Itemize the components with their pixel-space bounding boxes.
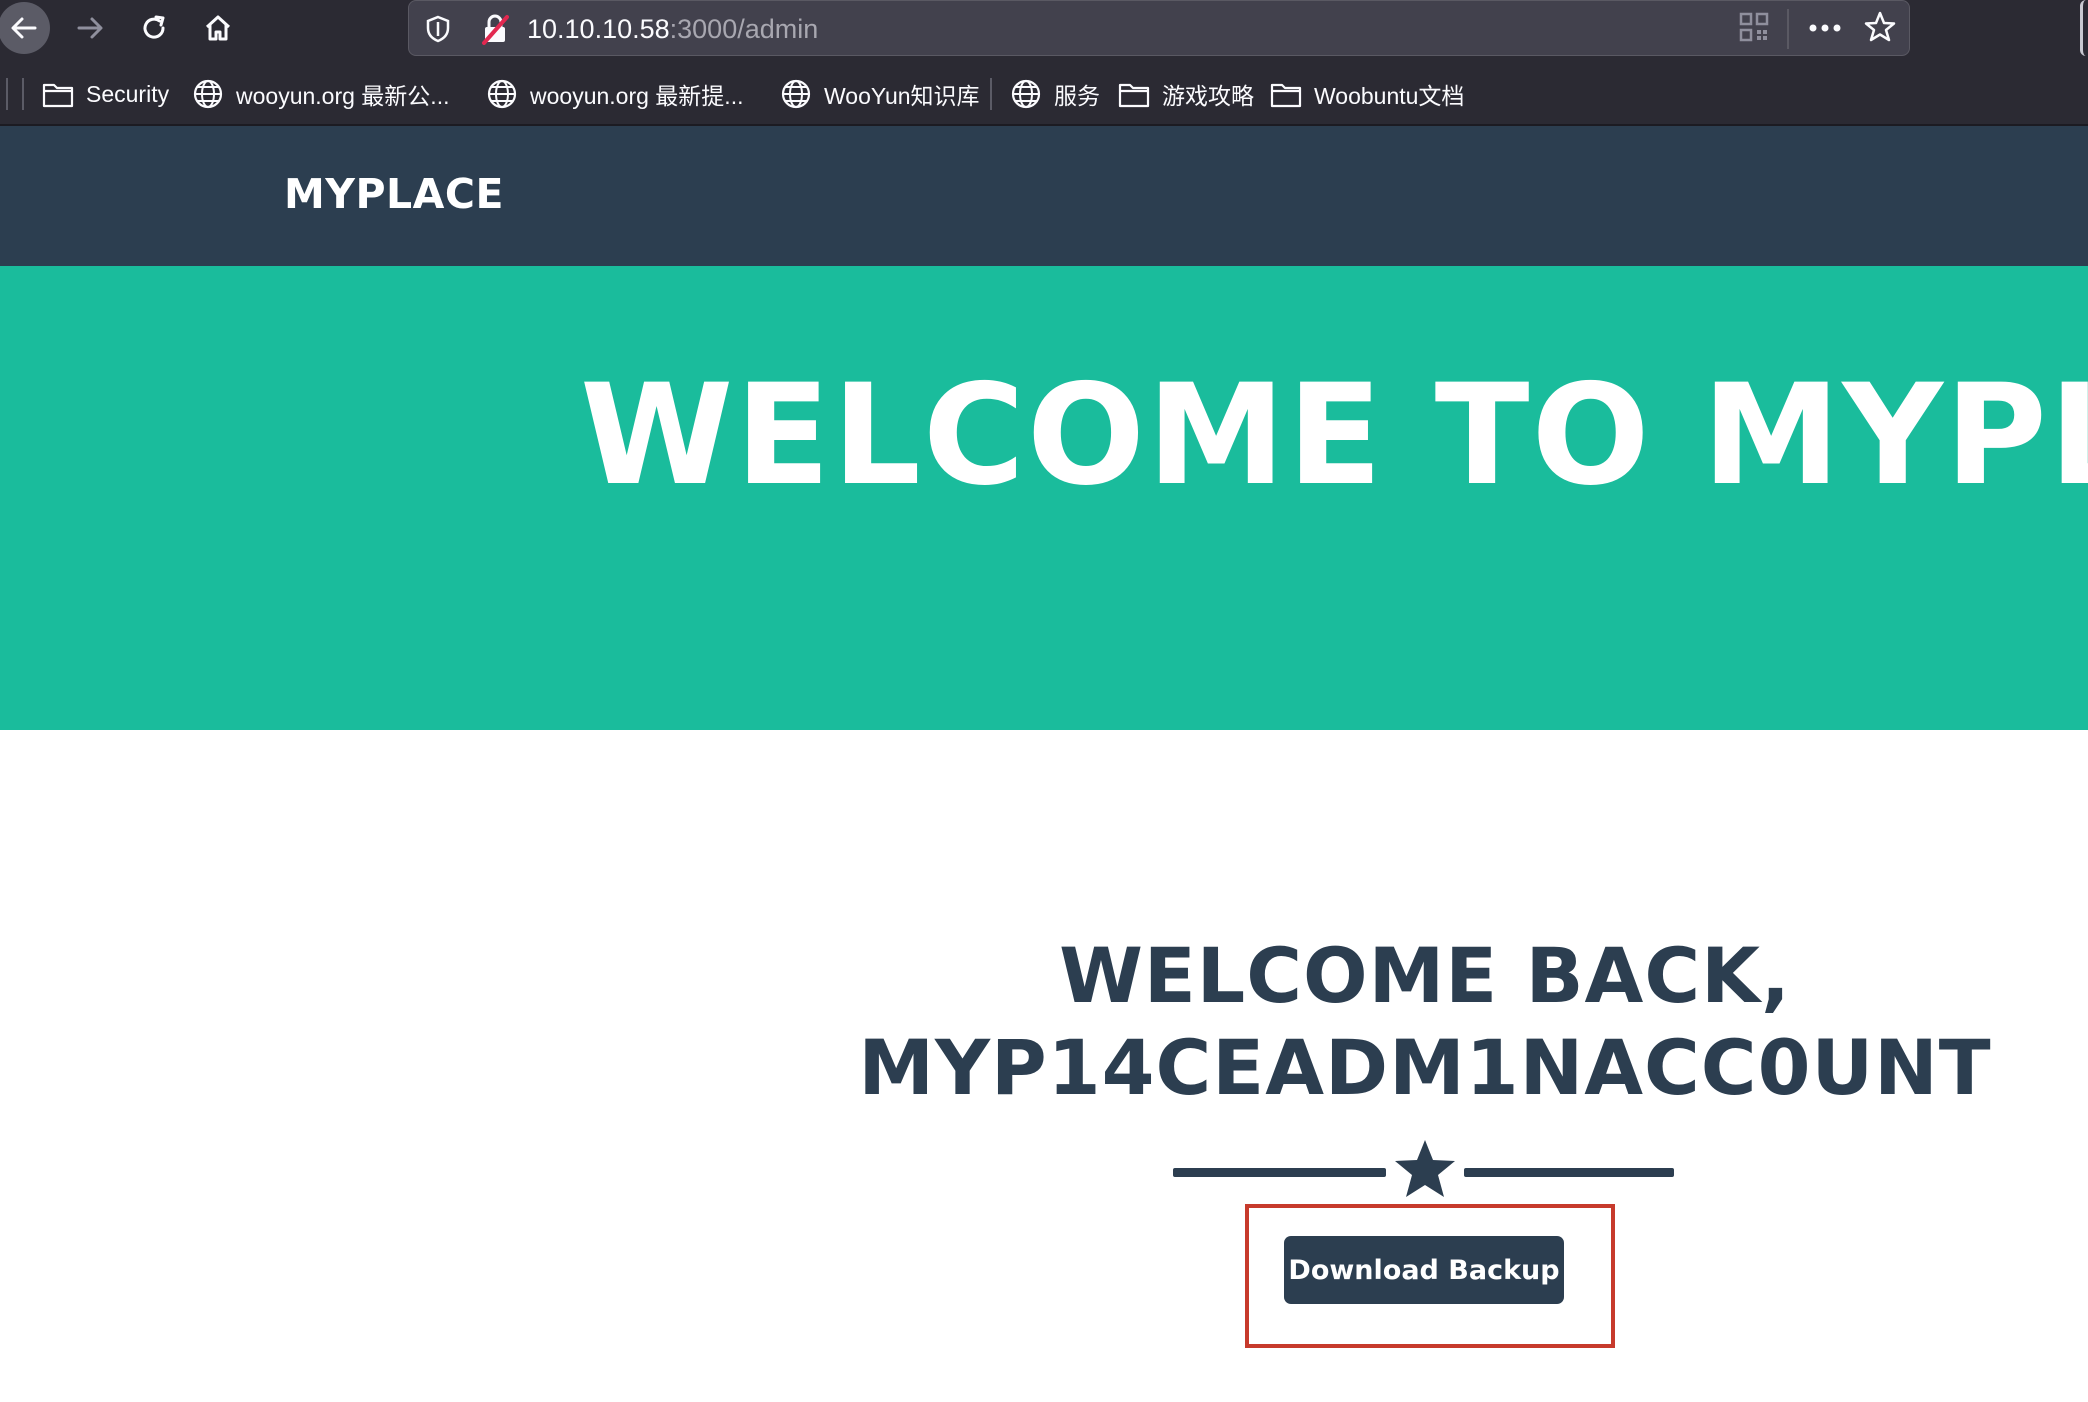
address-bar[interactable]: 10.10.10.58:3000/admin	[408, 0, 1910, 56]
reload-button[interactable]	[128, 2, 180, 54]
bookmark-woobuntu-docs[interactable]: Woobuntu文档	[1270, 76, 1464, 112]
globe-icon	[193, 79, 223, 109]
site-navbar: MYPLACE	[0, 126, 2088, 266]
bookmark-label: Woobuntu文档	[1314, 83, 1465, 109]
bookmark-label: wooyun.org 最新公...	[236, 83, 450, 109]
bookmark-security[interactable]: Security	[42, 76, 169, 112]
bookmarks-separator	[990, 78, 992, 110]
admin-section: WELCOME BACK, MYP14CEADM1NACC0UNT Downlo…	[0, 730, 2088, 1402]
bookmarks-separator	[6, 78, 8, 110]
home-button[interactable]	[192, 2, 244, 54]
bookmark-label: 服务	[1054, 83, 1100, 109]
folder-icon	[42, 83, 74, 108]
forward-arrow-icon	[77, 17, 103, 39]
masthead-heading: WELCOME TO MYPLA	[580, 354, 2088, 516]
bookmark-wooyun-public[interactable]: wooyun.org 最新公...	[192, 76, 449, 112]
bookmark-label: WooYun知识库	[824, 83, 980, 109]
globe-icon	[487, 79, 517, 109]
insecure-lock-icon[interactable]	[481, 13, 509, 45]
home-icon	[205, 15, 231, 41]
shield-icon[interactable]	[425, 15, 451, 43]
star-icon[interactable]	[1863, 10, 1897, 44]
bookmark-services[interactable]: 服务	[1010, 76, 1100, 112]
folder-icon	[1270, 83, 1302, 108]
globe-icon	[781, 79, 811, 109]
qr-code-icon[interactable]	[1739, 12, 1769, 42]
welcome-line-1: WELCOME BACK,	[1059, 931, 1791, 1020]
back-arrow-icon	[11, 17, 37, 39]
divider-line-right	[1464, 1168, 1674, 1177]
back-button[interactable]	[0, 2, 50, 54]
more-icon[interactable]	[1807, 11, 1843, 45]
address-bar-divider	[1787, 9, 1789, 49]
forward-button[interactable]	[64, 2, 116, 54]
bookmark-wooyun-kb[interactable]: WooYun知识库	[780, 76, 980, 112]
bookmarks-separator	[22, 78, 24, 110]
download-backup-button[interactable]: Download Backup	[1284, 1236, 1564, 1304]
url-path: :3000/admin	[669, 14, 819, 44]
bookmarks-bar: Security wooyun.org 最新公... wooyun.org 最新…	[0, 58, 2088, 126]
bookmark-game-guides[interactable]: 游戏攻略	[1118, 76, 1254, 112]
globe-icon	[1011, 79, 1041, 109]
reload-icon	[143, 15, 165, 39]
browser-toolbar: 10.10.10.58:3000/admin	[0, 0, 2088, 58]
url-host: 10.10.10.58	[527, 14, 670, 44]
welcome-heading: WELCOME BACK, MYP14CEADM1NACC0UNT	[830, 930, 2020, 1114]
masthead: WELCOME TO MYPLA	[0, 266, 2088, 730]
brand-logo[interactable]: MYPLACE	[284, 170, 504, 218]
divider-line-left	[1173, 1168, 1386, 1177]
welcome-line-2: MYP14CEADM1NACC0UNT	[858, 1023, 1992, 1112]
folder-icon	[1118, 83, 1150, 108]
bookmark-wooyun-submit[interactable]: wooyun.org 最新提...	[486, 76, 743, 112]
star-divider-icon	[1395, 1140, 1455, 1197]
bookmark-label: wooyun.org 最新提...	[530, 83, 744, 109]
window-edge	[2080, 0, 2088, 56]
url-text[interactable]: 10.10.10.58:3000/admin	[527, 11, 818, 47]
bookmark-label: Security	[86, 80, 170, 107]
bookmark-label: 游戏攻略	[1162, 83, 1254, 109]
